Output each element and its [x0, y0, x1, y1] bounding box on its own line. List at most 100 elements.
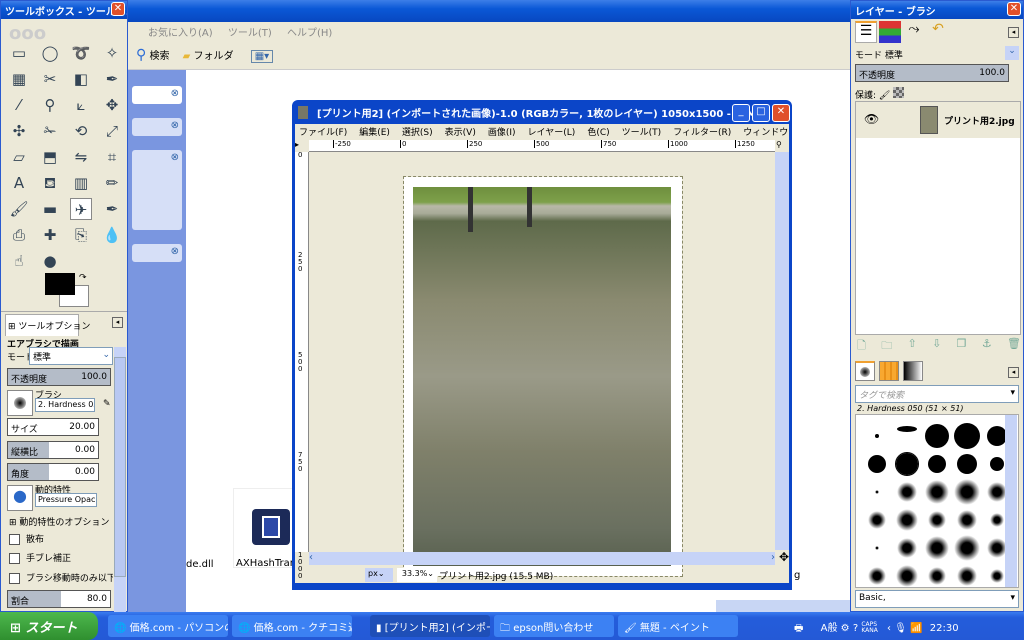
menu-item[interactable]: 画像(I)	[488, 128, 516, 138]
menu-item[interactable]: ツール(T)	[622, 128, 662, 138]
menu-help[interactable]: ヘルプ(H)	[287, 28, 332, 39]
anchor-icon[interactable]: ⚓	[982, 337, 992, 356]
menu-item[interactable]: ウィンドウ(W)	[743, 128, 789, 138]
brush-preset[interactable]	[875, 434, 879, 438]
motion-only-checkbox[interactable]: ブラシ移動時のみ以下を適用	[9, 571, 113, 584]
brush-preset[interactable]	[897, 538, 917, 558]
scale-tool-icon[interactable]: ⤢	[101, 120, 123, 142]
dodge-burn-tool-icon[interactable]: ●	[39, 250, 61, 272]
mic-icon[interactable]: 🎙	[894, 623, 907, 634]
color-select-tool-icon[interactable]: ▦	[8, 68, 30, 90]
panel-menu-button[interactable]: ◂	[112, 317, 123, 328]
foreground-color[interactable]	[45, 273, 75, 295]
tab-paths[interactable]: ⤳	[903, 21, 925, 43]
taskbar-item[interactable]: 🌐 価格.com - パソコンの...	[108, 615, 228, 637]
tab-brushes[interactable]	[855, 361, 875, 381]
brush-preset[interactable]	[897, 482, 917, 502]
tray-expand-icon[interactable]: ‹	[887, 623, 891, 634]
brush-field[interactable]: 2. Hardness 050	[35, 398, 95, 412]
lock-alpha-icon[interactable]	[893, 87, 905, 98]
brush-preset[interactable]	[957, 510, 977, 530]
paintbrush-tool-icon[interactable]: 🖌	[8, 198, 30, 220]
unit-select[interactable]: px⌄	[365, 568, 393, 582]
help-icon[interactable]: ?	[853, 623, 858, 634]
brush-preset[interactable]	[896, 509, 918, 531]
airbrush-tool-icon[interactable]: ✈	[70, 198, 92, 220]
collapse-icon[interactable]: ⊗	[171, 88, 179, 99]
mode-select[interactable]: 標準 ⌄	[29, 347, 113, 365]
ime-tool-icon[interactable]: ⚙	[841, 623, 850, 634]
options-scrollbar[interactable]	[114, 347, 126, 613]
layer-row[interactable]: 👁 プリント用2.jpg	[856, 102, 1020, 138]
menu-item[interactable]: 編集(E)	[359, 128, 390, 138]
eraser-tool-icon[interactable]: ▬	[39, 198, 61, 220]
raise-layer-icon[interactable]: ⇧	[908, 337, 917, 356]
ellipse-select-tool-icon[interactable]: ◯	[39, 42, 61, 64]
brush-preset[interactable]	[928, 511, 946, 529]
brush-preset[interactable]	[875, 490, 879, 494]
scatter-checkbox[interactable]: 散布	[9, 532, 44, 545]
tab-tool-options[interactable]: ⊞ ツールオプション	[5, 314, 90, 336]
view-button[interactable]: ▦▾	[250, 50, 274, 63]
swap-colors-icon[interactable]: ↷	[79, 273, 87, 283]
tab-layers[interactable]: ☰	[855, 21, 877, 43]
cage-tool-icon[interactable]: ⌗	[101, 146, 123, 168]
brush-preset[interactable]	[895, 452, 919, 476]
angle-slider[interactable]: 角度 0.00	[7, 463, 99, 481]
folder-button[interactable]: ▰ フォルダ	[183, 51, 234, 62]
mode-dropdown[interactable]: ⌄	[1005, 46, 1019, 60]
brush-preset[interactable]	[925, 480, 949, 504]
lock-pixels-icon[interactable]: 🖌	[879, 91, 890, 101]
brush-preset[interactable]	[957, 454, 977, 474]
brush-preset[interactable]	[987, 538, 1007, 558]
zoom-tool-icon[interactable]: ⚲	[39, 94, 61, 116]
collapse-icon[interactable]: ⊗	[171, 246, 179, 257]
rotate-tool-icon[interactable]: ⟲	[70, 120, 92, 142]
brush-preset[interactable]	[957, 566, 977, 586]
brush-preset[interactable]	[990, 569, 1004, 583]
heal-tool-icon[interactable]: ✚	[39, 224, 61, 246]
dynamics-options-expander[interactable]: ⊞ 動的特性のオプション	[9, 515, 109, 528]
vertical-scrollbar[interactable]	[775, 152, 789, 550]
brush-preset[interactable]	[990, 457, 1004, 471]
measure-tool-icon[interactable]: ⟀	[70, 94, 92, 116]
color-picker-tool-icon[interactable]: ⁄	[8, 94, 30, 116]
expand-icon[interactable]: ⊗	[171, 152, 179, 163]
menu-tools[interactable]: ツール(T)	[228, 28, 272, 39]
duplicate-layer-icon[interactable]: ❐	[957, 337, 967, 356]
file-item[interactable]: de.dll	[186, 490, 226, 570]
opacity-slider[interactable]: 不透明度 100.0	[7, 368, 111, 386]
start-button[interactable]: ⊞ スタート	[0, 612, 98, 640]
foreground-select-tool-icon[interactable]: ◧	[70, 68, 92, 90]
brush-preset[interactable]	[868, 567, 886, 585]
delete-layer-icon[interactable]: 🗑	[1007, 337, 1021, 356]
fuzzy-select-tool-icon[interactable]: ✧	[101, 42, 123, 64]
new-group-icon[interactable]: 🗀	[881, 337, 892, 356]
minimize-button[interactable]: _	[732, 104, 750, 122]
blend-tool-icon[interactable]: ▥	[70, 172, 92, 194]
close-button[interactable]: ✕	[1007, 2, 1021, 16]
flip-tool-icon[interactable]: ⇋	[70, 146, 92, 168]
menu-item[interactable]: 色(C)	[587, 128, 609, 138]
perspective-tool-icon[interactable]: ⬒	[39, 146, 61, 168]
smudge-tool-icon[interactable]: ☝	[8, 250, 30, 272]
perspective-clone-tool-icon[interactable]: ⎘	[70, 224, 92, 246]
maximize-button[interactable]: □	[752, 104, 770, 122]
tab-channels[interactable]	[879, 21, 901, 43]
brush-tag-search[interactable]: タグで検索 ▾	[855, 385, 1019, 403]
horizontal-scrollbar[interactable]: ‹ ›	[309, 552, 775, 565]
layer-name[interactable]: プリント用2.jpg	[944, 114, 1015, 127]
tab-patterns[interactable]	[879, 361, 899, 381]
brush-preset[interactable]	[954, 423, 980, 449]
aspect-slider[interactable]: 縦横比 0.00	[7, 441, 99, 459]
brush-preset[interactable]	[868, 511, 886, 529]
brush-tag-field[interactable]: Basic, ▾	[855, 590, 1019, 608]
menu-favorites[interactable]: お気に入り(A)	[148, 28, 213, 39]
navigate-icon[interactable]: ✥	[779, 550, 789, 564]
brush-preset[interactable]	[987, 482, 1007, 502]
tab-undo[interactable]: ↶	[927, 21, 949, 43]
dynamics-field[interactable]: Pressure Opacity	[35, 493, 97, 507]
brush-preset[interactable]	[954, 535, 980, 561]
crop-tool-icon[interactable]: ✁	[39, 120, 61, 142]
pencil-tool-icon[interactable]: ✏	[101, 172, 123, 194]
